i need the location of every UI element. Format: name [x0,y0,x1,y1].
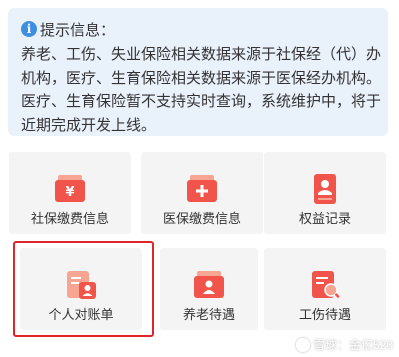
tile-social-insurance-payment[interactable]: ¥ 社保缴费信息 [9,152,131,234]
tile-label: 权益记录 [298,211,351,226]
info-icon: i [21,21,37,37]
wallet-yen-icon: ¥ [53,174,87,204]
snowball-logo-icon [295,337,310,352]
notice-body: 养老、工伤、失业保险相关数据来源于社保经（代）办机构，医疗、生育保险相关数据来源… [21,46,382,134]
tile-work-injury-benefits[interactable]: 工伤待遇 [264,248,386,330]
wallet-plus-icon [185,174,219,204]
tile-medical-insurance-payment[interactable]: 医保缴费信息 [141,152,263,234]
tile-label: 工伤待遇 [298,307,351,322]
svg-text:¥: ¥ [65,185,74,200]
notice-header: i 提示信息： [21,18,376,40]
tile-label: 医保缴费信息 [162,211,241,226]
tile-personal-statement[interactable]: 个人对账单 [20,248,142,330]
watermark-text: 雪球：金亿520 [312,338,393,352]
tile-rights-records[interactable]: 权益记录 [264,152,386,234]
document-person-icon [308,174,342,204]
statement-person-icon [64,270,98,300]
watermark: 雪球：金亿520 [295,336,393,353]
notice-box: i 提示信息： 养老、工伤、失业保险相关数据来源于社保经（代）办机构，医疗、生育… [8,8,388,136]
injury-search-icon [308,270,342,300]
page: i 提示信息： 养老、工伤、失业保险相关数据来源于社保经（代）办机构，医疗、生育… [0,0,399,357]
tile-label: 社保缴费信息 [30,211,109,226]
tile-label: 养老待遇 [182,307,235,322]
notice-title: 提示信息： [40,21,116,39]
tile-pension-benefits[interactable]: 养老待遇 [160,248,258,330]
tile-label: 个人对账单 [48,307,114,322]
pension-person-icon [192,270,226,300]
